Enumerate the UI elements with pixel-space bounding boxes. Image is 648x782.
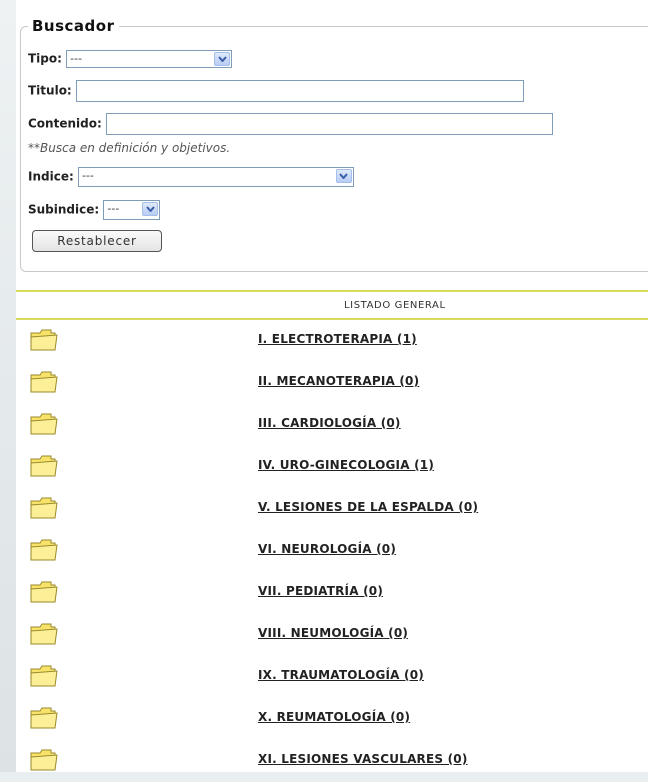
folder-icon[interactable] (28, 663, 60, 689)
category-link[interactable]: II. MECANOTERAPIA (0) (258, 374, 419, 388)
indice-select[interactable]: --- (77, 167, 354, 187)
list-item: XI. LESIONES VASCULARES (0) (16, 740, 648, 782)
list-item: IV. URO-GINECOLOGIA (1) (16, 446, 648, 488)
category-link[interactable]: IV. URO-GINECOLOGIA (1) (258, 458, 434, 472)
tipo-select-value: --- (70, 52, 83, 65)
subindice-label: Subindice: (28, 202, 100, 217)
contenido-row: Contenido: (28, 113, 553, 135)
search-legend: Buscador (28, 17, 119, 35)
titulo-input[interactable] (75, 80, 524, 102)
folder-icon[interactable] (28, 495, 60, 521)
list-header: LISTADO GENERAL (16, 293, 648, 319)
folder-icon[interactable] (28, 705, 60, 731)
category-link[interactable]: IX. TRAUMATOLOGÍA (0) (258, 668, 424, 682)
list-item: V. LESIONES DE LA ESPALDA (0) (16, 488, 648, 530)
category-link[interactable]: III. CARDIOLOGÍA (0) (258, 416, 401, 430)
indice-select-value: --- (81, 169, 94, 182)
category-link[interactable]: VII. PEDIATRÍA (0) (258, 584, 383, 598)
titulo-row: Titulo: (28, 80, 524, 102)
category-link[interactable]: XI. LESIONES VASCULARES (0) (258, 752, 468, 766)
category-link[interactable]: VIII. NEUMOLOGÍA (0) (258, 626, 408, 640)
list-item: I. ELECTROTERAPIA (1) (16, 320, 648, 362)
folder-icon[interactable] (28, 621, 60, 647)
list-item: III. CARDIOLOGÍA (0) (16, 404, 648, 446)
folder-icon[interactable] (28, 453, 60, 479)
category-link[interactable]: I. ELECTROTERAPIA (1) (258, 332, 417, 346)
list-item: VIII. NEUMOLOGÍA (0) (16, 614, 648, 656)
contenido-input[interactable] (105, 113, 553, 135)
list-item: II. MECANOTERAPIA (0) (16, 362, 648, 404)
tipo-row: Tipo: --- (28, 50, 233, 68)
subindice-select-value: --- (107, 202, 120, 215)
tipo-select[interactable]: --- (66, 50, 233, 68)
subindice-row: Subindice: --- (28, 200, 161, 220)
contenido-label: Contenido: (28, 116, 102, 131)
list-item: X. REUMATOLOGÍA (0) (16, 698, 648, 740)
reset-button[interactable]: Restablecer (32, 230, 162, 252)
chevron-down-icon[interactable] (214, 52, 231, 66)
chevron-down-icon[interactable] (335, 169, 352, 183)
list-header-label: LISTADO GENERAL (344, 300, 446, 311)
indice-label: Indice: (28, 169, 74, 184)
list-item: VII. PEDIATRÍA (0) (16, 572, 648, 614)
folder-icon[interactable] (28, 327, 60, 353)
contenido-note: **Busca en definición y objetivos. (28, 141, 231, 155)
category-link[interactable]: VI. NEUROLOGÍA (0) (258, 542, 396, 556)
category-link[interactable]: V. LESIONES DE LA ESPALDA (0) (258, 500, 478, 514)
folder-icon[interactable] (28, 579, 60, 605)
indice-row: Indice: --- (28, 167, 354, 187)
category-link[interactable]: X. REUMATOLOGÍA (0) (258, 710, 410, 724)
folder-icon[interactable] (28, 411, 60, 437)
folder-icon[interactable] (28, 537, 60, 563)
list-item: IX. TRAUMATOLOGÍA (0) (16, 656, 648, 698)
main-content: Buscador Tipo: --- Titulo: Contenido: **… (16, 0, 648, 772)
titulo-label: Titulo: (28, 83, 72, 98)
subindice-select[interactable]: --- (103, 200, 161, 220)
chevron-down-icon[interactable] (142, 202, 159, 216)
folder-icon[interactable] (28, 747, 60, 773)
list-item: VI. NEUROLOGÍA (0) (16, 530, 648, 572)
folder-icon[interactable] (28, 369, 60, 395)
list-top-divider (16, 290, 648, 292)
tipo-label: Tipo: (28, 51, 62, 66)
